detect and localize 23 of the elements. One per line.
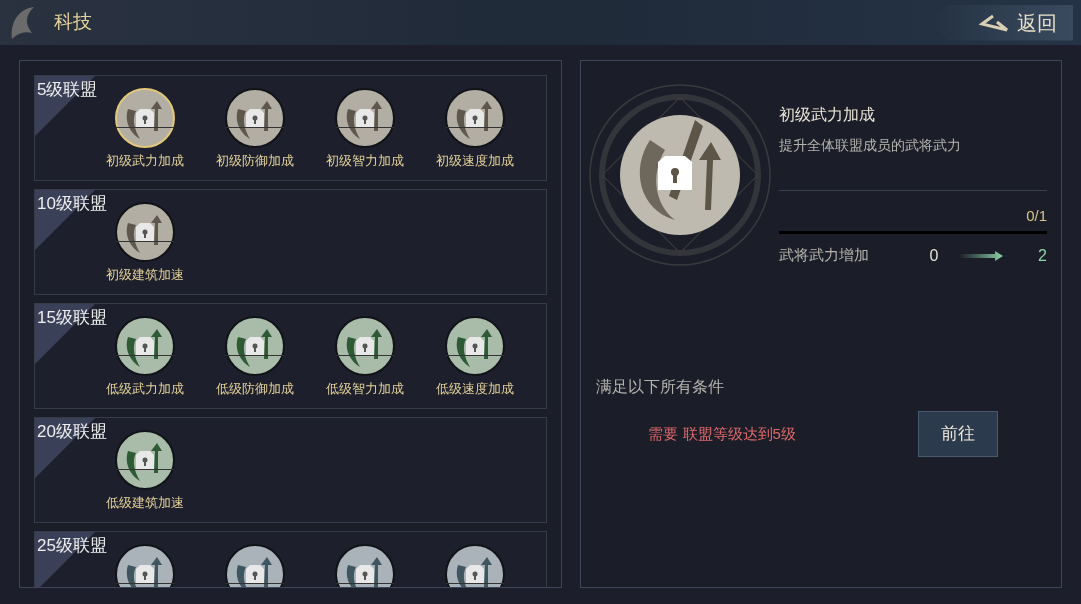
tech-item[interactable]: 初级智力加成 <box>315 87 415 171</box>
tier-label: 15级联盟 <box>37 307 107 329</box>
increase-arrow-icon <box>959 250 1004 261</box>
tech-title: 初级武力加成 <box>779 105 877 125</box>
tier-label: 10级联盟 <box>37 193 107 215</box>
tier-label: 5级联盟 <box>37 79 98 101</box>
tech-item[interactable]: 低级防御加成 <box>205 315 305 399</box>
tech-item[interactable]: 低级速度加成 <box>425 315 525 399</box>
requirement-text: 需要 联盟等级达到5级 <box>648 423 797 444</box>
tech-item[interactable]: 初级速度加成 <box>425 87 525 171</box>
stat-next-value: 2 <box>1038 245 1047 266</box>
page-title: 科技 <box>54 10 92 35</box>
progress-count: 0/1 <box>1026 206 1047 226</box>
stat-current-value: 0 <box>929 245 940 266</box>
go-button[interactable]: 前往 <box>918 411 999 457</box>
tech-item[interactable]: 低级智力加成 <box>315 315 415 399</box>
tech-item[interactable]: 初级防御加成 <box>205 87 305 171</box>
tech-description: 提升全体联盟成员的武将武力 <box>779 136 963 155</box>
conditions-heading: 满足以下所有条件 <box>596 377 726 397</box>
tier-label: 20级联盟 <box>37 421 107 443</box>
tech-item[interactable]: 初级武力加成 <box>95 87 195 171</box>
stat-label: 武将武力增加 <box>779 245 871 266</box>
tier-label: 25级联盟 <box>37 535 107 557</box>
